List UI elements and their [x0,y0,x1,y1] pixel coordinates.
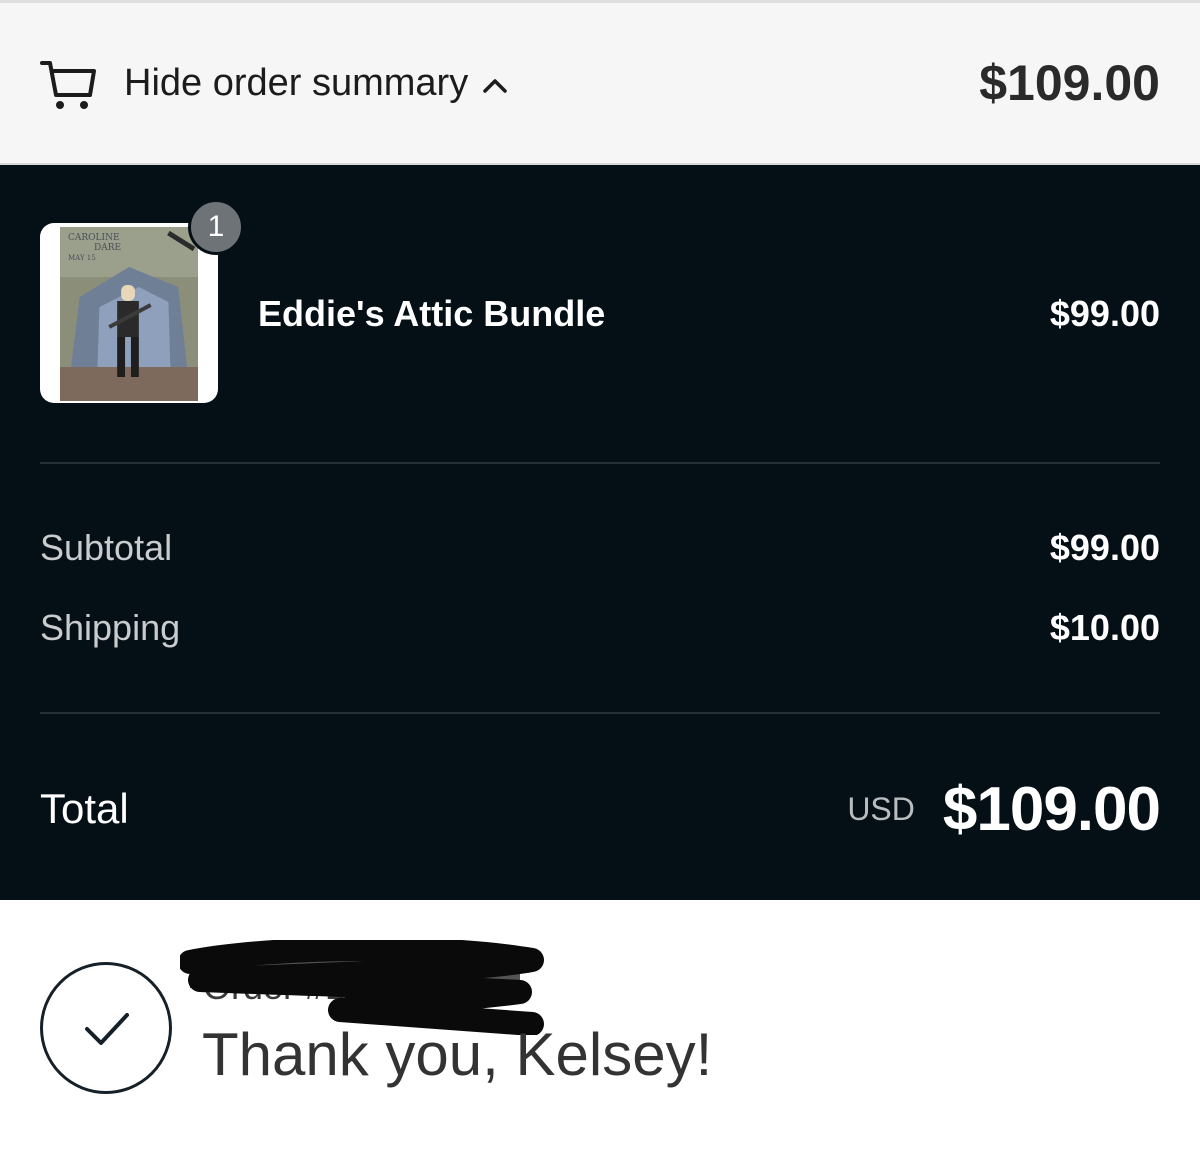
toggle-label-wrap[interactable]: Hide order summary [124,62,510,105]
divider [40,712,1160,714]
thumbnail-text-2: DARE [94,243,122,253]
product-price: $99.00 [1049,293,1160,334]
order-confirmation: Order #1124 Thank you, Kelsey! [0,900,1200,1158]
thumbnail-text-1: CAROLINE [68,233,120,243]
total-label: Total [40,785,129,832]
order-summary-toggle[interactable]: Hide order summary $109.00 [0,0,1200,165]
hide-order-summary-label[interactable]: Hide order summary [124,62,468,105]
total-value: $109.00 [942,774,1161,844]
product-name: Eddie's Attic Bundle [258,293,606,334]
shipping-row: Shipping $10.00 [40,607,1160,649]
total-row: Total USD $109.00 [40,769,1161,849]
subtotal-label: Subtotal [40,527,173,568]
line-item: CAROLINE DARE MAY 15 1 Eddie's Attic Bun… [40,199,1160,403]
subtotal-value: $99.00 [1049,527,1160,568]
thank-you-message: Thank you, Kelsey! [202,1021,713,1088]
subtotal-row: Subtotal $99.00 [40,527,1160,569]
header-total: $109.00 [979,55,1160,111]
divider [40,462,1160,464]
thumbnail-text-3: MAY 15 [68,254,96,262]
cart-icon [40,55,96,111]
shipping-label: Shipping [40,607,181,648]
shipping-value: $10.00 [1049,607,1160,648]
quantity-badge: 1 [188,199,244,255]
currency-code: USD [847,790,915,827]
total-amount: USD $109.00 [847,774,1161,845]
product-thumbnail: CAROLINE DARE MAY 15 [40,223,218,403]
chevron-up-icon[interactable] [480,68,510,98]
check-circle-icon [40,962,172,1094]
order-summary-panel: CAROLINE DARE MAY 15 1 Eddie's Attic Bun… [0,165,1200,900]
